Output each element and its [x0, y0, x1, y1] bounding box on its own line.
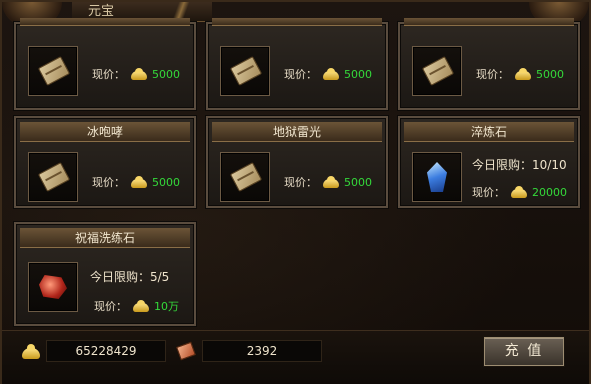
item-name-header — [212, 18, 382, 26]
shop-item-card[interactable]: 淬炼石 今日限购：10/10 现价： 20000 — [398, 116, 580, 208]
item-name-header: 地狱雷光 — [212, 122, 382, 142]
price-label: 现价： — [284, 176, 317, 189]
price-label: 现价： — [472, 186, 505, 199]
item-name-header — [20, 18, 190, 26]
shop-item-card[interactable]: 现价： 5000 — [398, 18, 580, 110]
skill-book-icon — [37, 56, 71, 86]
price-label: 现价： — [92, 176, 125, 189]
recharge-button[interactable]: 充 值 — [484, 337, 564, 366]
price-row: 现价： 5000 — [284, 174, 372, 190]
item-name-header — [404, 18, 574, 26]
price-label: 现价： — [94, 300, 127, 313]
price-label: 现价： — [476, 68, 509, 81]
gold-ingot-icon — [131, 67, 147, 80]
daily-limit-text: 今日限购：10/10 — [472, 158, 567, 172]
token-balance: 2392 — [202, 340, 322, 362]
refining-stone-icon — [427, 162, 447, 192]
gold-ingot-icon — [323, 175, 339, 188]
gold-ingot-icon — [131, 175, 147, 188]
shop-item-grid: 现价： 5000 现价： 5000 现价： 5000 冰咆哮 现价： 5000 … — [14, 18, 582, 328]
item-name-header: 淬炼石 — [404, 122, 574, 142]
price-row: 现价： 5000 — [284, 66, 372, 82]
price-row: 现价： 20000 — [472, 184, 567, 200]
gold-ingot-icon — [323, 67, 339, 80]
gold-ingot-icon — [22, 344, 40, 359]
price-value: 5000 — [344, 176, 372, 189]
skill-book-icon — [37, 162, 71, 192]
item-slot[interactable] — [412, 46, 462, 96]
item-name-header: 冰咆哮 — [20, 122, 190, 142]
price-label: 现价： — [92, 68, 125, 81]
price-value: 5000 — [536, 68, 564, 81]
price-value: 5000 — [344, 68, 372, 81]
currency-bar: 65228429 2392 充 值 — [2, 330, 589, 384]
price-value: 5000 — [152, 176, 180, 189]
token-icon — [176, 341, 196, 361]
item-slot[interactable] — [220, 152, 270, 202]
blessing-stone-icon — [39, 275, 67, 299]
shop-item-card[interactable]: 现价： 5000 — [206, 18, 388, 110]
shop-window: 元宝 现价： 5000 现价： 5000 现价： 5000 冰咆哮 现价： 50… — [0, 0, 591, 384]
shop-item-card[interactable]: 地狱雷光 现价： 5000 — [206, 116, 388, 208]
shop-item-card[interactable]: 冰咆哮 现价： 5000 — [14, 116, 196, 208]
skill-book-icon — [229, 162, 263, 192]
price-row: 现价： 10万 — [94, 298, 179, 314]
gold-ingot-icon — [133, 299, 149, 312]
daily-limit-text: 今日限购：5/5 — [90, 270, 170, 284]
price-value: 20000 — [532, 186, 567, 199]
skill-book-icon — [421, 56, 455, 86]
gold-ingot-icon — [515, 67, 531, 80]
price-row: 现价： 5000 — [92, 66, 180, 82]
window-title: 元宝 — [88, 4, 115, 19]
item-slot[interactable] — [28, 46, 78, 96]
gold-ingot-icon — [511, 185, 527, 198]
price-row: 现价： 5000 — [476, 66, 564, 82]
price-value: 10万 — [154, 300, 179, 313]
gold-balance: 65228429 — [46, 340, 166, 362]
price-value: 5000 — [152, 68, 180, 81]
item-slot[interactable] — [28, 152, 78, 202]
shop-item-card[interactable]: 祝福洗练石 今日限购：5/5 现价： 10万 — [14, 222, 196, 326]
price-row: 现价： 5000 — [92, 174, 180, 190]
price-label: 现价： — [284, 68, 317, 81]
item-slot[interactable] — [220, 46, 270, 96]
skill-book-icon — [229, 56, 263, 86]
shop-item-card[interactable]: 现价： 5000 — [14, 18, 196, 110]
item-name-header: 祝福洗练石 — [20, 228, 190, 248]
item-slot[interactable] — [28, 262, 78, 312]
item-slot[interactable] — [412, 152, 462, 202]
